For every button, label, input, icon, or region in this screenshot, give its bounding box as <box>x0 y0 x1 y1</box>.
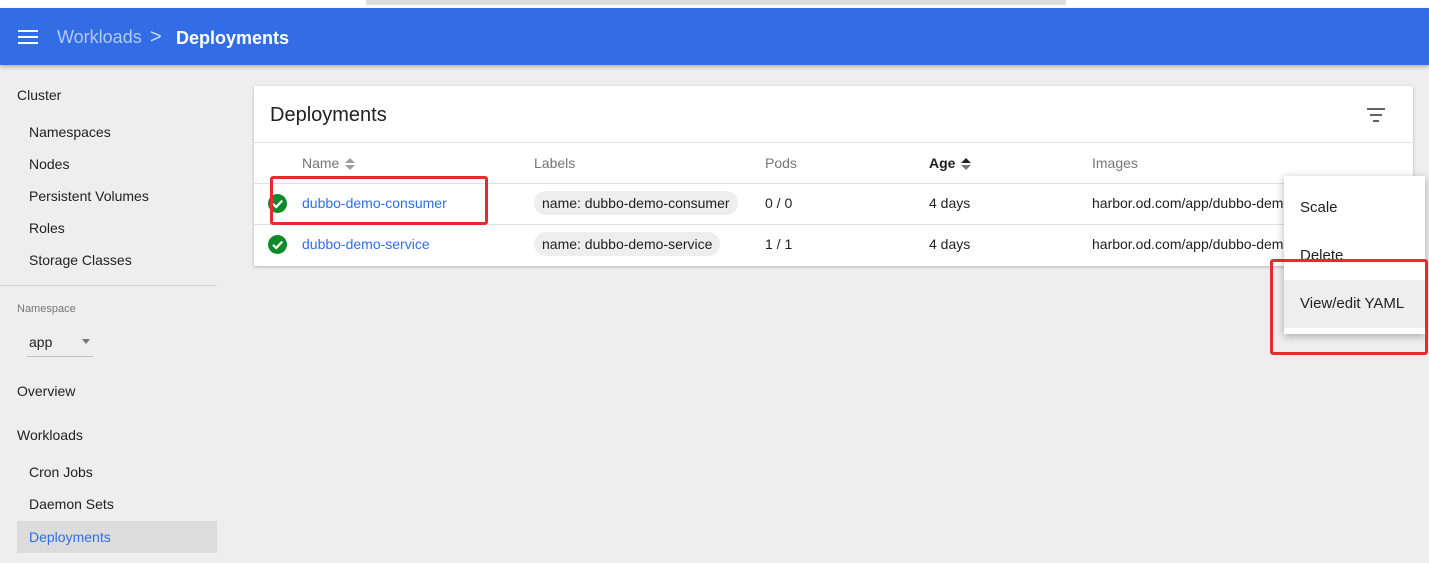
sidebar-item-storage-classes[interactable]: Storage Classes <box>17 244 217 276</box>
annotation-box-yaml <box>1270 259 1428 355</box>
column-header-age-label: Age <box>929 155 956 171</box>
sidebar-divider <box>0 285 217 286</box>
chevron-down-icon <box>82 339 90 344</box>
address-bar-remnant <box>366 0 1066 5</box>
column-header-name[interactable]: Name <box>302 155 356 171</box>
column-header-pods: Pods <box>765 155 797 171</box>
check-circle-icon <box>268 235 287 254</box>
sidebar-item-persistent-volumes[interactable]: Persistent Volumes <box>17 180 217 212</box>
app-toolbar: Workloads > Deployments <box>0 8 1429 65</box>
deployment-name-link[interactable]: dubbo-demo-service <box>302 236 430 252</box>
label-chip: name: dubbo-demo-service <box>534 232 721 256</box>
column-header-name-label: Name <box>302 155 340 171</box>
table-row[interactable]: dubbo-demo-service name: dubbo-demo-serv… <box>254 224 1413 265</box>
breadcrumb-separator-icon: > <box>150 26 162 48</box>
page-title: Deployments <box>176 28 290 48</box>
sort-icon[interactable] <box>961 157 972 171</box>
namespace-label: Namespace <box>17 303 76 315</box>
namespace-value: app <box>29 334 53 350</box>
sidebar-item-roles[interactable]: Roles <box>17 212 217 244</box>
namespace-select[interactable]: app <box>27 327 93 357</box>
age-value: 4 days <box>929 236 971 252</box>
menu-item-scale[interactable]: Scale <box>1284 184 1425 232</box>
column-header-labels: Labels <box>534 155 576 171</box>
age-value: 4 days <box>929 195 971 211</box>
sort-icon[interactable] <box>345 157 356 171</box>
sidebar-item-namespaces[interactable]: Namespaces <box>17 116 217 148</box>
sidebar-heading-cluster[interactable]: Cluster <box>17 87 61 103</box>
hamburger-menu-icon[interactable] <box>18 30 38 44</box>
breadcrumb-workloads[interactable]: Workloads <box>57 27 142 48</box>
sidebar-item-deployments[interactable]: Deployments <box>17 521 217 553</box>
label-chip: name: dubbo-demo-consumer <box>534 191 738 215</box>
image-value: harbor.od.com/app/dubbo-demo-service <box>1092 236 1287 252</box>
sidebar-item-nodes[interactable]: Nodes <box>17 148 217 180</box>
card-header-divider <box>254 142 1413 143</box>
browser-top-strip <box>0 0 1429 8</box>
annotation-box-consumer <box>270 176 488 225</box>
sidebar-heading-workloads[interactable]: Workloads <box>17 427 83 443</box>
sidebar-item-overview[interactable]: Overview <box>17 383 75 399</box>
pods-count: 1 / 1 <box>765 236 793 252</box>
sidebar-item-cron-jobs[interactable]: Cron Jobs <box>17 456 217 488</box>
image-value: harbor.od.com/app/dubbo-demo-consumer <box>1092 195 1287 211</box>
filter-icon[interactable] <box>1367 108 1385 122</box>
sidebar-item-daemon-sets[interactable]: Daemon Sets <box>17 488 217 520</box>
card-title: Deployments <box>270 104 387 126</box>
column-header-age[interactable]: Age <box>929 155 972 171</box>
column-header-images: Images <box>1092 155 1138 171</box>
pods-count: 0 / 0 <box>765 195 793 211</box>
sidebar: Cluster Namespaces Nodes Persistent Volu… <box>0 65 230 563</box>
